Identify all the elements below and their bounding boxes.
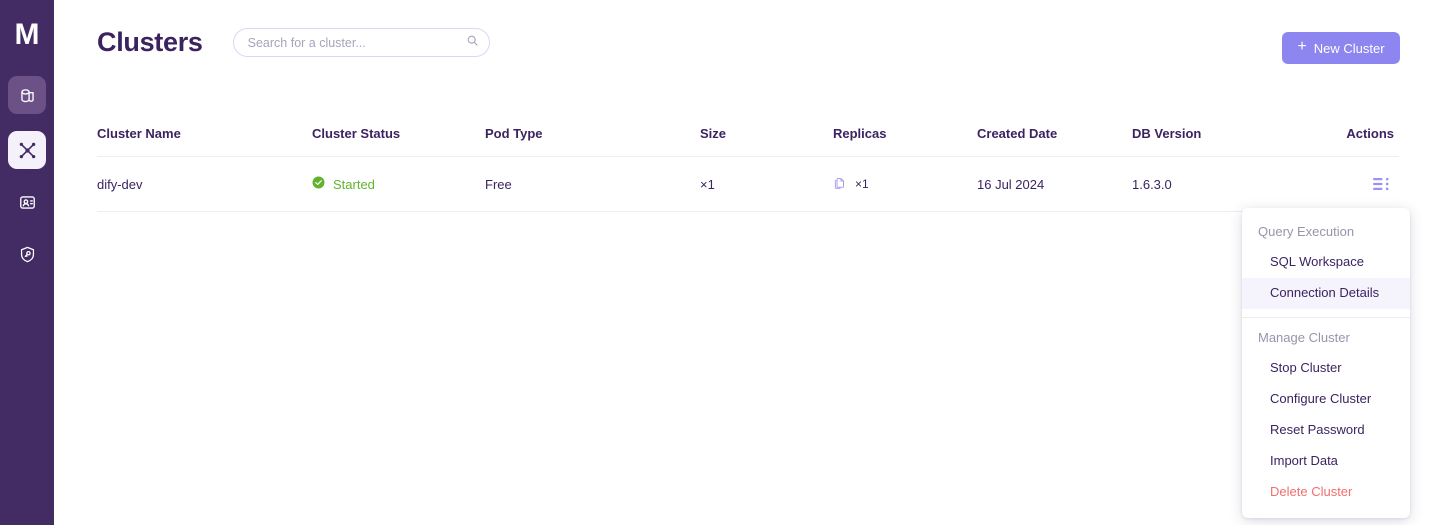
row-actions-button[interactable] (1371, 175, 1394, 194)
new-cluster-label: New Cluster (1313, 40, 1385, 56)
table-row[interactable]: dify-dev Started Free ×1 ×1 16 Jul 2024 … (97, 157, 1399, 212)
cell-pod-type: Free (485, 176, 512, 192)
replicas-count: ×1 (855, 177, 869, 191)
app-logo[interactable]: M (0, 14, 54, 56)
cluster-nodes-icon (17, 140, 38, 161)
menu-item-connection-details[interactable]: Connection Details (1242, 277, 1410, 309)
column-header-db-version: DB Version (1132, 125, 1202, 141)
page-title: Clusters (97, 27, 203, 57)
new-cluster-button[interactable]: + New Cluster (1282, 32, 1400, 64)
cell-actions (1297, 175, 1399, 194)
sidebar-item-security[interactable] (8, 235, 46, 273)
column-header-actions: Actions (1346, 125, 1394, 141)
menu-divider (1242, 316, 1410, 318)
menu-item-delete-cluster[interactable]: Delete Cluster (1242, 477, 1410, 508)
column-header-pod-type: Pod Type (485, 125, 543, 141)
cell-replicas: ×1 (833, 176, 977, 193)
plus-icon: + (1297, 38, 1307, 55)
menu-item-stop-cluster[interactable]: Stop Cluster (1242, 353, 1410, 384)
database-icon (18, 86, 37, 105)
sidebar-item-clusters[interactable] (8, 131, 46, 169)
column-header-created-date: Created Date (977, 125, 1058, 141)
column-header-cluster-status: Cluster Status (312, 125, 401, 141)
sidebar: M (0, 0, 54, 525)
cell-cluster-status: Started (312, 176, 485, 192)
cell-db-version: 1.6.3.0 (1132, 176, 1172, 192)
search-box[interactable] (232, 28, 490, 57)
search-input[interactable] (232, 28, 490, 57)
menu-section-query-execution-label: Query Execution (1258, 224, 1355, 239)
column-header-size: Size (700, 125, 727, 141)
column-header-replicas: Replicas (833, 125, 887, 141)
status-badge-label: Started (333, 176, 375, 192)
cell-created-date: 16 Jul 2024 (977, 176, 1045, 192)
column-header-cluster-name: Cluster Name (97, 125, 181, 141)
menu-section-manage-cluster-label: Manage Cluster (1258, 329, 1350, 345)
sidebar-item-databases[interactable] (8, 76, 46, 114)
list-menu-icon (1373, 177, 1392, 195)
id-card-icon (18, 193, 37, 212)
row-actions-menu: Query Execution SQL Workspace Connection… (1242, 208, 1410, 518)
clusters-table: Cluster Name Cluster Status Pod Type Siz… (97, 110, 1399, 212)
menu-item-configure-cluster[interactable]: Configure Cluster (1242, 384, 1410, 415)
copies-icon (833, 176, 847, 193)
sidebar-item-accounts[interactable] (8, 183, 46, 221)
cell-cluster-name: dify-dev (97, 176, 143, 192)
shield-key-icon (18, 245, 37, 264)
menu-item-import-data[interactable]: Import Data (1242, 446, 1410, 477)
main-content: Clusters + New Cluster Cluster Name Clus… (54, 0, 1440, 525)
menu-item-sql-workspace[interactable]: SQL Workspace (1242, 247, 1410, 278)
page-header: Clusters (97, 28, 490, 57)
menu-item-reset-password[interactable]: Reset Password (1242, 415, 1410, 446)
table-header-row: Cluster Name Cluster Status Pod Type Siz… (97, 110, 1399, 157)
check-circle-icon (312, 176, 325, 192)
cell-size: ×1 (700, 176, 715, 192)
